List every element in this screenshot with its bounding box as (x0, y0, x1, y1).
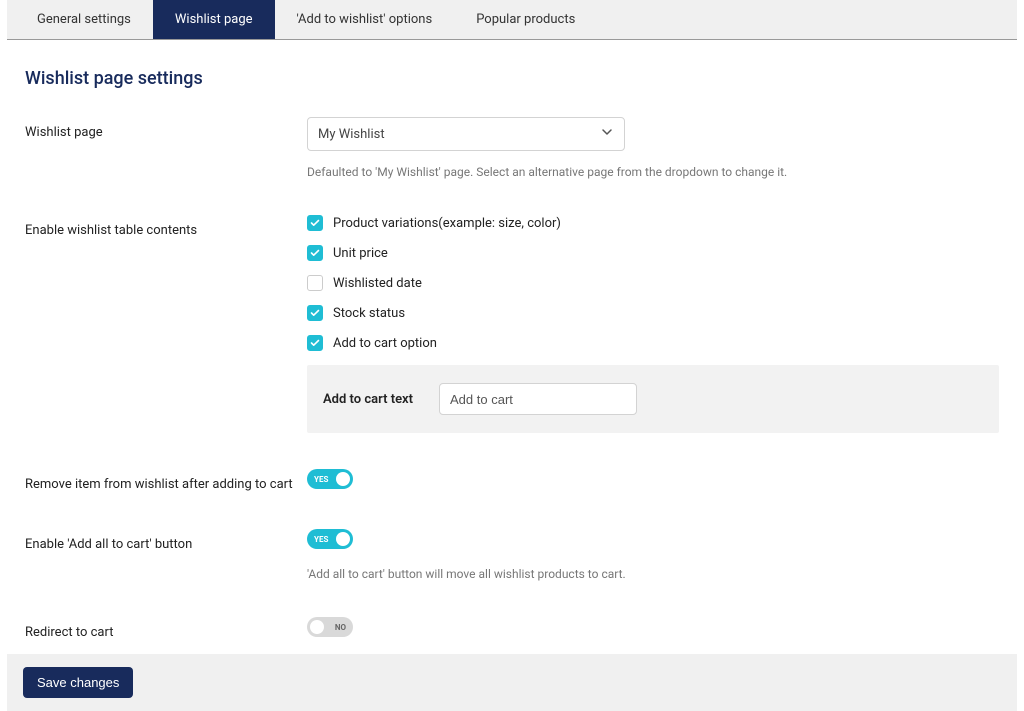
add-to-cart-text-input[interactable] (439, 383, 637, 415)
checkbox-unit-price-label: Unit price (333, 246, 388, 261)
toggle-redirect-to-cart-state: NO (335, 623, 346, 632)
toggle-add-all-to-cart-state: YES (314, 535, 328, 544)
redirect-label: Redirect to cart (25, 617, 307, 654)
checkbox-wishlisted-date-label: Wishlisted date (333, 276, 422, 291)
checkbox-product-variations-label: Product variations(example: size, color) (333, 216, 561, 231)
toggle-redirect-to-cart[interactable]: NO (307, 617, 353, 637)
tab-popular-products[interactable]: Popular products (454, 0, 597, 39)
checkbox-wishlisted-date[interactable] (307, 275, 323, 291)
tab-add-to-wishlist-options[interactable]: 'Add to wishlist' options (275, 0, 455, 39)
page-title: Wishlist page settings (25, 68, 1017, 89)
footer: Save changes (7, 654, 1017, 711)
wishlist-page-select[interactable]: My Wishlist (307, 117, 625, 151)
checkbox-stock-status[interactable] (307, 305, 323, 321)
checkbox-unit-price[interactable] (307, 245, 323, 261)
save-changes-button[interactable]: Save changes (23, 667, 133, 698)
wishlist-page-label: Wishlist page (25, 117, 307, 179)
remove-after-label: Remove item from wishlist after adding t… (25, 469, 307, 493)
add-to-cart-text-label: Add to cart text (323, 392, 413, 407)
add-all-label: Enable 'Add all to cart' button (25, 529, 307, 581)
checkbox-add-to-cart-option-label: Add to cart option (333, 336, 437, 351)
tab-general-settings[interactable]: General settings (15, 0, 153, 39)
toggle-remove-after-add[interactable]: YES (307, 469, 353, 489)
wishlist-page-help: Defaulted to 'My Wishlist' page. Select … (307, 165, 999, 179)
toggle-add-all-to-cart[interactable]: YES (307, 529, 353, 549)
add-all-help: 'Add all to cart' button will move all w… (307, 567, 999, 581)
wishlist-page-select-value: My Wishlist (318, 127, 385, 142)
enable-table-label: Enable wishlist table contents (25, 215, 307, 433)
tabs: General settings Wishlist page 'Add to w… (7, 0, 1017, 40)
checkbox-add-to-cart-option[interactable] (307, 335, 323, 351)
checkbox-stock-status-label: Stock status (333, 306, 405, 321)
toggle-remove-after-add-state: YES (314, 475, 328, 484)
checkbox-product-variations[interactable] (307, 215, 323, 231)
tab-wishlist-page[interactable]: Wishlist page (153, 0, 275, 39)
add-to-cart-text-panel: Add to cart text (307, 365, 999, 433)
